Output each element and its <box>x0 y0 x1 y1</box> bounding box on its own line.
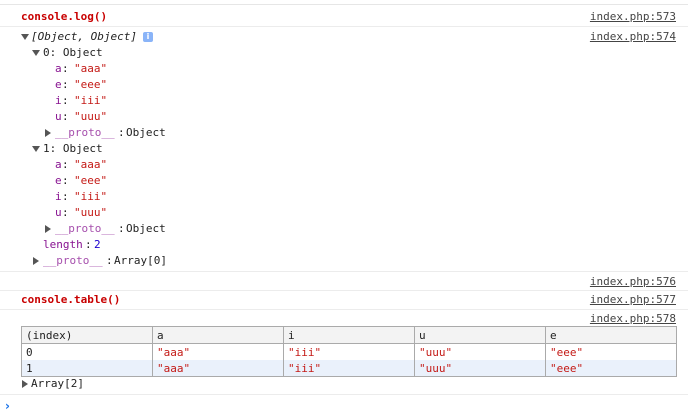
expand-triangle-icon[interactable] <box>21 34 29 40</box>
source-link[interactable]: index.php:573 <box>590 10 676 23</box>
collapse-triangle-icon[interactable] <box>45 225 51 233</box>
message-divider <box>0 290 688 291</box>
array-footer: Array[2] <box>31 377 84 390</box>
table-header-row: (index) a i u e <box>21 326 677 344</box>
message-divider <box>0 309 688 310</box>
object-header: 1: Object <box>43 142 103 155</box>
property-value: "eee" <box>74 78 108 91</box>
message-divider <box>0 26 688 27</box>
proto-key: __proto__ <box>55 126 115 139</box>
console-message-log-label: console.log() index.php:573 <box>0 9 688 25</box>
table-cell: "iii" <box>283 343 415 360</box>
info-icon[interactable]: i <box>143 32 153 42</box>
property-key: e <box>55 174 62 187</box>
property-row: a: "aaa" <box>55 158 108 171</box>
proto-value: Object <box>126 222 166 235</box>
array-summary: [Object, Object] <box>31 30 137 43</box>
property-key: e <box>55 78 62 91</box>
property-key: u <box>55 110 62 123</box>
array-proto-row[interactable]: __proto__: Array[0] <box>0 253 688 269</box>
table-cell: "eee" <box>545 343 677 360</box>
column-header[interactable]: e <box>545 326 677 344</box>
table-row: 1 "aaa" "iii" "uuu" "eee" <box>21 360 677 377</box>
property-row: a: "aaa" <box>55 62 108 75</box>
property-key: u <box>55 206 62 219</box>
message-divider <box>0 394 688 395</box>
property-value: "uuu" <box>74 206 108 219</box>
collapse-triangle-icon[interactable] <box>45 129 51 137</box>
table-cell: "aaa" <box>152 343 284 360</box>
column-header[interactable]: i <box>283 326 415 344</box>
table-cell: "iii" <box>283 360 415 377</box>
column-header[interactable]: u <box>414 326 546 344</box>
table-cell: "uuu" <box>414 343 546 360</box>
property-key: i <box>55 190 62 203</box>
proto-row[interactable]: __proto__: Object <box>0 125 688 141</box>
length-value: 2 <box>94 238 101 251</box>
message-divider <box>0 271 688 272</box>
proto-row[interactable]: __proto__: Object <box>0 221 688 237</box>
property-key: i <box>55 94 62 107</box>
length-row: length: 2 <box>43 238 101 251</box>
proto-key: __proto__ <box>43 254 103 267</box>
table-cell: "uuu" <box>414 360 546 377</box>
top-divider <box>0 4 688 5</box>
property-value: "uuu" <box>74 110 108 123</box>
table-cell: 1 <box>21 360 153 377</box>
column-header[interactable]: (index) <box>21 326 153 344</box>
column-header[interactable]: a <box>152 326 284 344</box>
array-log-header[interactable]: [Object, Object] i index.php:574 <box>0 29 688 45</box>
collapse-triangle-icon[interactable] <box>33 257 39 265</box>
property-key: a <box>55 158 62 171</box>
object-item-header[interactable]: 0: Object <box>0 45 688 61</box>
property-value: "iii" <box>74 190 108 203</box>
table-cell: 0 <box>21 343 153 360</box>
property-key: a <box>55 62 62 75</box>
property-value: "eee" <box>74 174 108 187</box>
object-header: 0: Object <box>43 46 103 59</box>
source-link[interactable]: index.php:577 <box>590 293 676 306</box>
property-row: u: "uuu" <box>55 110 108 123</box>
table-row: 0 "aaa" "iii" "uuu" "eee" <box>21 343 677 360</box>
console-message-table-label: console.table() index.php:577 <box>0 292 688 308</box>
console-table: (index) a i u e 0 "aaa" "iii" "uuu" "eee… <box>21 326 677 377</box>
proto-value: Object <box>126 126 166 139</box>
property-row: e: "eee" <box>55 174 108 187</box>
console-message-empty: index.php:576 <box>0 274 688 290</box>
proto-key: __proto__ <box>55 222 115 235</box>
message-text: console.table() <box>21 293 121 306</box>
table-cell: "aaa" <box>152 360 284 377</box>
length-key: length <box>43 238 83 251</box>
table-source-row: index.php:578 <box>0 311 688 327</box>
expand-triangle-icon[interactable] <box>32 146 40 152</box>
property-value: "iii" <box>74 94 108 107</box>
source-link[interactable]: index.php:578 <box>590 312 676 325</box>
property-value: "aaa" <box>74 62 108 75</box>
property-row: u: "uuu" <box>55 206 108 219</box>
object-item-header[interactable]: 1: Object <box>0 141 688 157</box>
property-row: i: "iii" <box>55 94 108 107</box>
property-row: i: "iii" <box>55 190 108 203</box>
source-link[interactable]: index.php:576 <box>590 275 676 288</box>
source-link[interactable]: index.php:574 <box>590 30 676 43</box>
proto-value: Array[0] <box>114 254 167 267</box>
console-prompt-icon[interactable]: › <box>5 399 10 413</box>
message-text: console.log() <box>21 10 108 23</box>
expand-triangle-icon[interactable] <box>32 50 40 56</box>
property-row: e: "eee" <box>55 78 108 91</box>
property-value: "aaa" <box>74 158 108 171</box>
table-cell: "eee" <box>545 360 677 377</box>
array-footer-row[interactable]: Array[2] <box>0 376 688 392</box>
collapse-triangle-icon[interactable] <box>22 380 28 388</box>
